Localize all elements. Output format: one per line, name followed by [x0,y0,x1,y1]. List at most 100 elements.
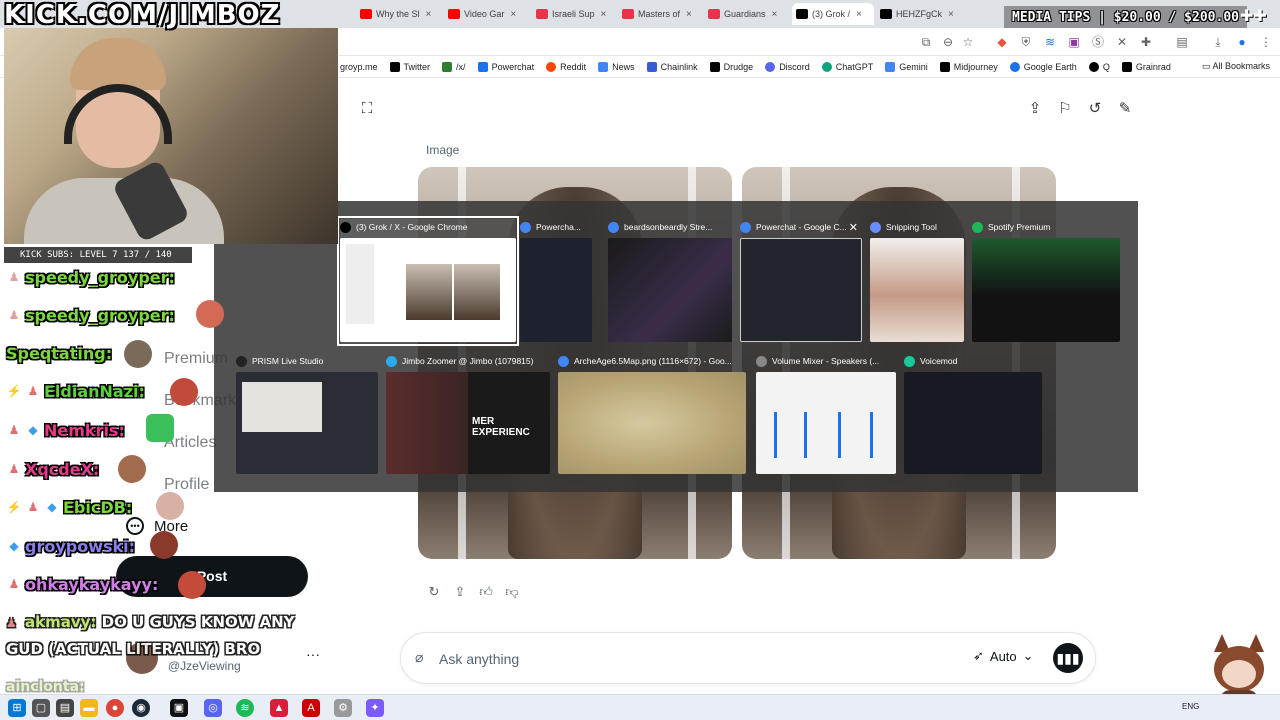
bookmark-item[interactable]: Midjourney [939,61,998,72]
media-tips-goal: MEDIA TIPS | $20.00 / $200.00 [1004,6,1247,28]
attach-icon[interactable]: ⌀ [415,649,423,666]
download-icon[interactable]: ⤓ [1210,34,1226,50]
switcher-window[interactable]: Snipping Tool [870,219,964,343]
bookmark-icon[interactable]: ⚐ [1056,100,1074,118]
extension-audio-icon[interactable]: ≋ [1042,34,1058,50]
screen-cast-icon[interactable]: ⧉ [918,34,934,50]
switcher-window[interactable]: Volume Mixer - Speakers (... [756,353,896,475]
reading-list-icon[interactable]: ▤ [1174,34,1190,50]
bookmark-item[interactable]: Grainrad [1121,61,1171,72]
bookmark-item[interactable]: /x/ [442,61,466,72]
expand-icon[interactable]: ⛶ [358,100,376,118]
profile-avatar-icon[interactable]: ● [1234,34,1250,50]
windows-icon[interactable]: ⊞ [8,699,26,717]
bookmark-item[interactable]: News [598,61,635,72]
close-icon[interactable]: × [772,9,778,20]
chrome-icon[interactable]: ● [106,699,124,717]
snipping-tool-icon [870,221,881,233]
regenerate-icon[interactable]: ↻ [426,584,442,600]
chat-emote [196,300,224,328]
extension-shield-icon[interactable]: ⛨ [1018,34,1034,50]
bookmark-item[interactable]: groyp.me [340,62,378,72]
close-icon[interactable]: × [686,9,692,20]
diamond-badge-icon: ◆ [9,539,19,553]
zoom-icon[interactable]: ⊖ [940,34,956,50]
browser-tab[interactable]: Guardians × [708,3,790,25]
star-icon[interactable]: ☆ [960,34,976,50]
app-red-icon[interactable]: ▲ [270,699,288,717]
share-icon[interactable]: ⇪ [452,584,468,600]
edit-icon[interactable]: ✎ [1116,100,1134,118]
widgets-icon[interactable]: ▤ [56,699,74,717]
browser-tab[interactable]: HEHZFgCk × [880,3,962,25]
settings-icon[interactable]: ⚙ [334,699,352,717]
close-icon[interactable]: × [856,9,862,20]
bookmark-item[interactable]: Google Earth [1009,61,1077,72]
chat-emote [156,492,184,520]
tab-label: Video Gar [464,9,505,19]
switcher-window[interactable]: Spotify Premium [972,219,1120,343]
history-icon[interactable]: ↺ [1086,100,1104,118]
input-language[interactable]: ENG [1182,702,1199,711]
bookmark-item[interactable]: Twitter [389,61,430,72]
x-extension-icon[interactable]: ✕ [1114,34,1130,50]
extension-icon[interactable]: Ⓢ [1090,34,1106,50]
close-icon[interactable]: × [510,9,516,20]
extension-icon[interactable]: ▣ [1066,34,1082,50]
all-bookmarks-button[interactable]: ▭ All Bookmarks [1202,61,1270,72]
switcher-window[interactable]: Powerchat - Google C... ✕ [740,219,862,343]
bookmark-item[interactable]: Gemini [885,61,928,72]
chat-username: EbicDB: [63,497,133,517]
discord-icon[interactable]: ◎ [204,699,222,717]
bookmark-item[interactable]: Discord [765,61,810,72]
bookmark-item[interactable]: Powerchat [477,61,534,72]
thumbnail-text: MER EXPERIENC [472,416,530,438]
menu-kebab-icon[interactable]: ⋮ [1258,34,1274,50]
bookmark-item[interactable]: Q [1088,61,1110,72]
switcher-window[interactable]: beardsonbeardly Stre... [608,219,732,343]
browser-tab[interactable]: Video Gar × [448,3,530,25]
browser-tab[interactable]: Israeli Sup × [536,3,618,25]
spotify-icon[interactable]: ≋ [236,699,254,717]
ask-input[interactable] [439,647,879,671]
app-purple-icon[interactable]: ✦ [366,699,384,717]
task-view-icon[interactable]: ▢ [32,699,50,717]
bookmark-item[interactable]: Chainlink [646,61,698,72]
switcher-window[interactable]: Powercha... [520,219,592,343]
chat-username: Speqtating: [6,343,113,363]
bookmark-item[interactable]: Drudge [709,61,753,72]
window-switcher: (3) Grok / X - Google Chrome Powercha...… [214,201,1138,492]
bookmark-item[interactable]: ChatGPT [821,61,873,72]
close-icon[interactable]: × [426,9,432,20]
window-title: Jimbo Zoomer @ Jimbo (1079815) [402,356,534,366]
adobe-icon[interactable]: A [302,699,320,717]
file-explorer-icon[interactable]: ▬ [80,699,98,717]
switcher-window[interactable]: Jimbo Zoomer @ Jimbo (1079815) MER EXPER… [386,353,550,475]
switcher-window[interactable]: (3) Grok / X - Google Chrome [337,216,519,346]
chat-line: ♟ ◆ Nemkris: [6,419,125,441]
diamond-badge-icon: ◆ [47,500,57,514]
close-icon[interactable]: × [948,9,954,20]
chrome-icon [608,221,619,233]
browser-tab[interactable]: Why the Sl × [360,3,442,25]
thumbs-down-icon[interactable]: 👎︎ [504,584,520,600]
switcher-window[interactable]: Voicemod [904,353,1042,475]
terminal-icon[interactable]: ▣ [170,699,188,717]
close-icon[interactable]: × [601,9,607,20]
thumbs-up-icon[interactable]: 👍︎ [478,584,494,600]
voice-mode-button[interactable]: ▮▮▮ [1053,643,1083,673]
mode-select[interactable]: ➶ Auto ⌄ [973,648,1034,664]
extensions-puzzle-icon[interactable]: ✚ [1138,34,1154,50]
share-icon[interactable]: ⇪ [1026,100,1044,118]
close-icon[interactable]: ✕ [849,221,862,234]
window-title: Snipping Tool [886,222,937,232]
browser-tab[interactable]: Masters of × [622,3,704,25]
extension-icon[interactable]: ◆ [994,34,1010,50]
switcher-window[interactable]: PRISM Live Studio [236,353,378,475]
steam-icon[interactable]: ◉ [132,699,150,717]
browser-tab-active[interactable]: (3) Grok / × [792,3,874,25]
chat-username: akmavy: [25,613,97,631]
bookmark-item[interactable]: Reddit [546,61,586,72]
chat-username: speedy_groyper: [25,305,175,325]
switcher-window[interactable]: ArcheAge6.5Map.png (1116×672) - Goo... [558,353,746,475]
